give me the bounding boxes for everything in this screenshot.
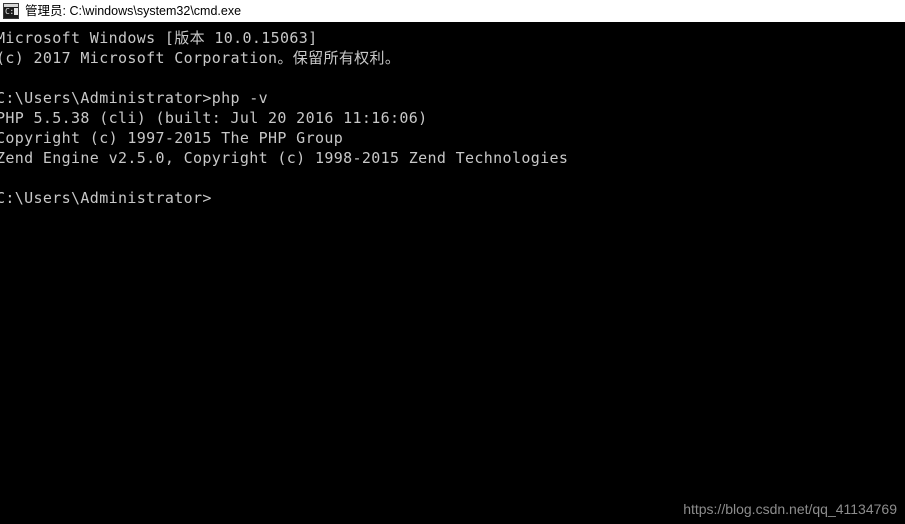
console-line-active-prompt: C:\Users\Administrator>	[0, 189, 212, 207]
cmd-icon-cursor	[14, 8, 18, 15]
cmd-window: C:\ 管理员: C:\windows\system32\cmd.exe Mic…	[0, 0, 905, 524]
console-line: (c) 2017 Microsoft Corporation。保留所有权利。	[0, 49, 401, 67]
console-output-area[interactable]: Microsoft Windows [版本 10.0.15063] (c) 20…	[0, 22, 905, 524]
console-line: Zend Engine v2.5.0, Copyright (c) 1998-2…	[0, 149, 569, 167]
watermark-url: https://blog.csdn.net/qq_41134769	[683, 501, 897, 517]
console-lines: Microsoft Windows [版本 10.0.15063] (c) 20…	[0, 28, 905, 208]
title-bar[interactable]: C:\ 管理员: C:\windows\system32\cmd.exe	[0, 0, 905, 22]
console-line: PHP 5.5.38 (cli) (built: Jul 20 2016 11:…	[0, 109, 428, 127]
console-line: Microsoft Windows [版本 10.0.15063]	[0, 29, 318, 47]
console-line-command-prompt: C:\Users\Administrator>php -v	[0, 89, 269, 107]
console-line: Copyright (c) 1997-2015 The PHP Group	[0, 129, 344, 147]
window-title: 管理员: C:\windows\system32\cmd.exe	[25, 4, 242, 18]
cmd-exe-icon[interactable]: C:\	[3, 3, 19, 19]
